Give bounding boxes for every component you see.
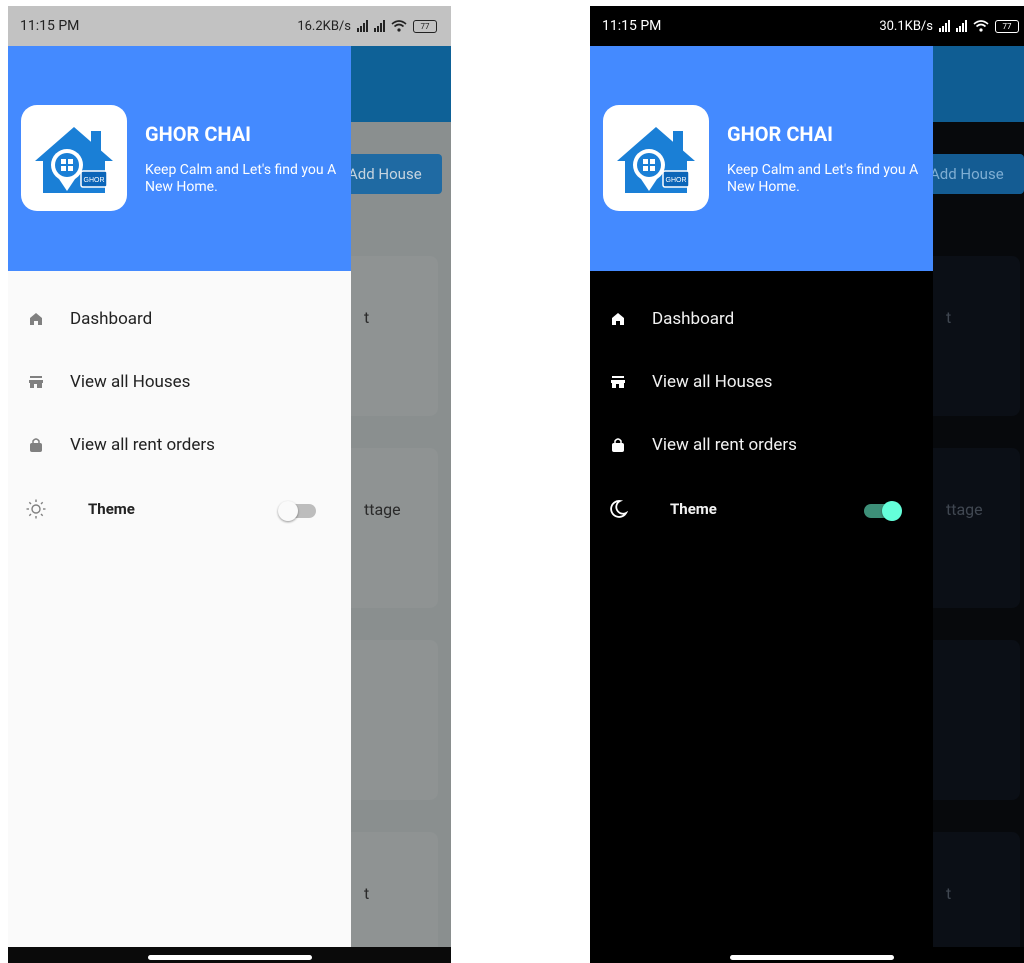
network-speed: 30.1KB/s [879,18,933,34]
wifi-icon [391,20,407,32]
card-text: t [364,884,370,903]
drawer-item-label: View all Houses [70,372,191,392]
navigation-drawer: GHOR GHOR CHAI Keep Calm and Let's find … [8,46,351,947]
app-logo: GHOR [603,105,709,211]
signal-icon [374,20,385,32]
theme-toggle-row[interactable]: Theme [8,482,351,536]
store-icon [608,372,628,392]
theme-label: Theme [88,500,135,518]
app-logo: GHOR [21,105,127,211]
drawer-item-dashboard[interactable]: Dashboard [8,292,351,346]
drawer-item-label: View all rent orders [652,435,797,455]
shopping-bag-icon [608,435,628,455]
drawer-item-dashboard[interactable]: Dashboard [590,292,933,346]
app-title: GHOR CHAI [727,122,833,146]
phone-screen-light: 11:15 PM 16.2KB/s 77 Add House t ttage t [8,6,451,963]
drawer-header: GHOR GHOR CHAI Keep Calm and Let's find … [8,46,351,271]
drawer-item-rent-orders[interactable]: View all rent orders [590,418,933,472]
battery-icon: 77 [995,19,1019,33]
system-nav-bar [590,947,1024,963]
logo-badge-text: GHOR [666,177,687,184]
drawer-item-label: Dashboard [652,309,735,329]
theme-label: Theme [670,500,717,518]
drawer-item-houses[interactable]: View all Houses [590,355,933,409]
card-text: t [946,308,952,327]
home-icon [26,309,46,329]
theme-switch[interactable] [278,499,320,521]
navigation-drawer: GHOR GHOR CHAI Keep Calm and Let's find … [590,46,933,947]
drawer-item-houses[interactable]: View all Houses [8,355,351,409]
card-text: t [364,308,370,327]
drawer-item-label: Dashboard [70,309,153,329]
drawer-item-rent-orders[interactable]: View all rent orders [8,418,351,472]
theme-switch[interactable] [860,499,902,521]
status-bar: 11:15 PM 30.1KB/s 77 [590,6,1024,46]
app-subtitle: Keep Calm and Let's find you A New Home. [145,162,337,195]
card-text: t [946,884,952,903]
drawer-item-label: View all Houses [652,372,773,392]
status-bar: 11:15 PM 16.2KB/s 77 [8,6,451,46]
sun-icon [26,499,46,519]
signal-icon [939,20,950,32]
app-title: GHOR CHAI [145,122,251,146]
house-logo-icon: GHOR [617,127,695,193]
drawer-header: GHOR GHOR CHAI Keep Calm and Let's find … [590,46,933,271]
battery-icon: 77 [413,19,437,33]
theme-toggle-row[interactable]: Theme [590,482,933,536]
add-house-button[interactable]: Add House [338,154,442,194]
shopping-bag-icon [26,435,46,455]
drawer-item-label: View all rent orders [70,435,215,455]
home-gesture-bar[interactable] [729,955,894,960]
system-nav-bar [8,947,451,963]
signal-icon [357,20,368,32]
add-house-button[interactable]: Add House [920,154,1024,194]
home-gesture-bar[interactable] [147,955,312,960]
card-text: ttage [364,500,401,519]
phone-screen-dark: 11:15 PM 30.1KB/s 77 Add House t ttage t [590,6,1024,963]
status-time: 11:15 PM [20,18,80,34]
moon-icon [608,499,628,519]
logo-badge-text: GHOR [84,177,105,184]
house-logo-icon: GHOR [35,127,113,193]
home-icon [608,309,628,329]
status-time: 11:15 PM [602,18,662,34]
signal-icon [956,20,967,32]
wifi-icon [973,20,989,32]
card-text: ttage [946,500,983,519]
network-speed: 16.2KB/s [297,18,351,34]
app-subtitle: Keep Calm and Let's find you A New Home. [727,162,919,195]
store-icon [26,372,46,392]
